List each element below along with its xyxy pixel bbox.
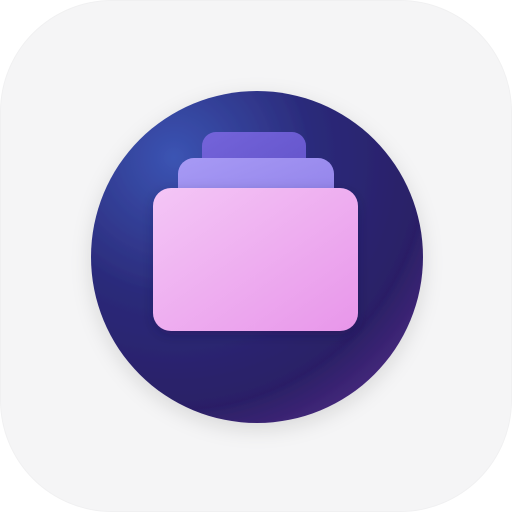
app-icon-graphic [91,91,423,423]
app-icon-tile[interactable] [0,0,512,512]
front-card-icon [153,188,358,331]
